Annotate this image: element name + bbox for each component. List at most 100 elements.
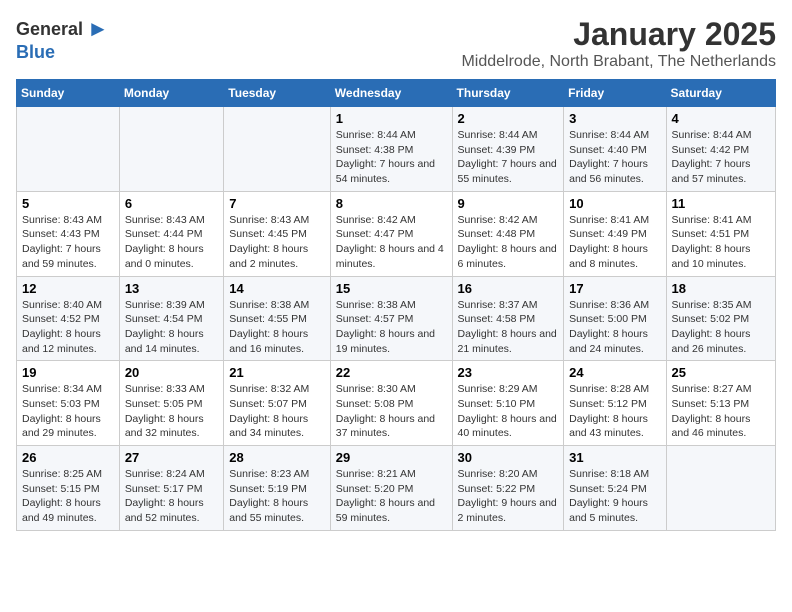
day-info: Sunrise: 8:23 AM Sunset: 5:19 PM Dayligh… (229, 467, 324, 526)
calendar-cell: 8Sunrise: 8:42 AM Sunset: 4:47 PM Daylig… (330, 191, 452, 276)
calendar-cell (17, 107, 120, 192)
day-info: Sunrise: 8:40 AM Sunset: 4:52 PM Dayligh… (22, 298, 114, 357)
calendar-cell: 7 Sunrise: 8:43 AM Sunset: 4:45 PM Daylig… (224, 191, 330, 276)
day-number: 4 (672, 111, 770, 126)
calendar-table: SundayMondayTuesdayWednesdayThursdayFrid… (16, 79, 776, 531)
day-info: Sunrise: 8:44 AM Sunset: 4:38 PM Dayligh… (336, 128, 447, 187)
day-info: Sunrise: 8:32 AM Sunset: 5:07 PM Dayligh… (229, 382, 324, 441)
day-info: Sunrise: 8:35 AM Sunset: 5:02 PM Dayligh… (672, 298, 770, 357)
calendar-cell: 18 Sunrise: 8:35 AM Sunset: 5:02 PM Dayli… (666, 276, 775, 361)
day-info: Sunrise: 8:37 AM Sunset: 4:58 PM Dayligh… (458, 298, 559, 357)
logo: General ► Blue (16, 16, 109, 63)
logo-blue-text: Blue (16, 42, 55, 63)
day-number: 6 (125, 196, 218, 211)
calendar-cell: 29 Sunrise: 8:21 AM Sunset: 5:20 PM Dayli… (330, 446, 452, 531)
calendar-cell: 14Sunrise: 8:38 AM Sunset: 4:55 PM Dayli… (224, 276, 330, 361)
day-number: 26 (22, 450, 114, 465)
day-number: 18 (672, 281, 770, 296)
calendar-cell (224, 107, 330, 192)
day-info: Sunrise: 8:43 AM Sunset: 4:44 PM Dayligh… (125, 213, 218, 272)
logo-general-text: General (16, 19, 83, 40)
weekday-header-row: SundayMondayTuesdayWednesdayThursdayFrid… (17, 80, 776, 107)
calendar-cell: 30Sunrise: 8:20 AM Sunset: 5:22 PM Dayli… (452, 446, 564, 531)
calendar-week-row: 19 Sunrise: 8:34 AM Sunset: 5:03 PM Dayli… (17, 361, 776, 446)
calendar-cell (119, 107, 223, 192)
header: General ► Blue January 2025 Middelrode, … (16, 16, 776, 71)
day-info: Sunrise: 8:21 AM Sunset: 5:20 PM Dayligh… (336, 467, 447, 526)
calendar-week-row: 12 Sunrise: 8:40 AM Sunset: 4:52 PM Dayli… (17, 276, 776, 361)
calendar-cell: 23 Sunrise: 8:29 AM Sunset: 5:10 PM Dayli… (452, 361, 564, 446)
weekday-header-saturday: Saturday (666, 80, 775, 107)
day-info: Sunrise: 8:24 AM Sunset: 5:17 PM Dayligh… (125, 467, 218, 526)
day-number: 8 (336, 196, 447, 211)
weekday-header-wednesday: Wednesday (330, 80, 452, 107)
weekday-header-thursday: Thursday (452, 80, 564, 107)
day-info: Sunrise: 8:20 AM Sunset: 5:22 PM Dayligh… (458, 467, 559, 526)
day-number: 28 (229, 450, 324, 465)
day-number: 9 (458, 196, 559, 211)
calendar-week-row: 5 Sunrise: 8:43 AM Sunset: 4:43 PM Daylig… (17, 191, 776, 276)
day-info: Sunrise: 8:18 AM Sunset: 5:24 PM Dayligh… (569, 467, 660, 526)
title-area: January 2025 Middelrode, North Brabant, … (461, 16, 776, 71)
day-info: Sunrise: 8:36 AM Sunset: 5:00 PM Dayligh… (569, 298, 660, 357)
day-number: 3 (569, 111, 660, 126)
calendar-cell: 25 Sunrise: 8:27 AM Sunset: 5:13 PM Dayli… (666, 361, 775, 446)
calendar-cell: 10Sunrise: 8:41 AM Sunset: 4:49 PM Dayli… (564, 191, 666, 276)
weekday-header-friday: Friday (564, 80, 666, 107)
calendar-cell: 28 Sunrise: 8:23 AM Sunset: 5:19 PM Dayli… (224, 446, 330, 531)
calendar-cell: 15Sunrise: 8:38 AM Sunset: 4:57 PM Dayli… (330, 276, 452, 361)
day-number: 24 (569, 365, 660, 380)
day-info: Sunrise: 8:27 AM Sunset: 5:13 PM Dayligh… (672, 382, 770, 441)
day-number: 1 (336, 111, 447, 126)
calendar-cell: 4 Sunrise: 8:44 AM Sunset: 4:42 PM Daylig… (666, 107, 775, 192)
day-number: 5 (22, 196, 114, 211)
calendar-cell: 11 Sunrise: 8:41 AM Sunset: 4:51 PM Dayli… (666, 191, 775, 276)
calendar-cell: 1 Sunrise: 8:44 AM Sunset: 4:38 PM Daylig… (330, 107, 452, 192)
calendar-week-row: 26Sunrise: 8:25 AM Sunset: 5:15 PM Dayli… (17, 446, 776, 531)
day-info: Sunrise: 8:29 AM Sunset: 5:10 PM Dayligh… (458, 382, 559, 441)
day-number: 10 (569, 196, 660, 211)
day-number: 29 (336, 450, 447, 465)
day-info: Sunrise: 8:44 AM Sunset: 4:39 PM Dayligh… (458, 128, 559, 187)
day-info: Sunrise: 8:44 AM Sunset: 4:40 PM Dayligh… (569, 128, 660, 187)
calendar-cell: 5 Sunrise: 8:43 AM Sunset: 4:43 PM Daylig… (17, 191, 120, 276)
day-number: 17 (569, 281, 660, 296)
day-number: 27 (125, 450, 218, 465)
calendar-cell: 19 Sunrise: 8:34 AM Sunset: 5:03 PM Dayli… (17, 361, 120, 446)
day-info: Sunrise: 8:34 AM Sunset: 5:03 PM Dayligh… (22, 382, 114, 441)
calendar-cell: 17 Sunrise: 8:36 AM Sunset: 5:00 PM Dayli… (564, 276, 666, 361)
day-info: Sunrise: 8:38 AM Sunset: 4:57 PM Dayligh… (336, 298, 447, 357)
calendar-cell: 22Sunrise: 8:30 AM Sunset: 5:08 PM Dayli… (330, 361, 452, 446)
calendar-week-row: 1 Sunrise: 8:44 AM Sunset: 4:38 PM Daylig… (17, 107, 776, 192)
day-info: Sunrise: 8:41 AM Sunset: 4:51 PM Dayligh… (672, 213, 770, 272)
day-number: 11 (672, 196, 770, 211)
logo-bird-icon: ► (87, 16, 109, 42)
weekday-header-tuesday: Tuesday (224, 80, 330, 107)
calendar-cell: 6 Sunrise: 8:43 AM Sunset: 4:44 PM Daylig… (119, 191, 223, 276)
day-info: Sunrise: 8:44 AM Sunset: 4:42 PM Dayligh… (672, 128, 770, 187)
calendar-cell: 3 Sunrise: 8:44 AM Sunset: 4:40 PM Daylig… (564, 107, 666, 192)
day-number: 7 (229, 196, 324, 211)
calendar-cell: 16Sunrise: 8:37 AM Sunset: 4:58 PM Dayli… (452, 276, 564, 361)
day-number: 12 (22, 281, 114, 296)
day-info: Sunrise: 8:28 AM Sunset: 5:12 PM Dayligh… (569, 382, 660, 441)
calendar-cell: 26Sunrise: 8:25 AM Sunset: 5:15 PM Dayli… (17, 446, 120, 531)
day-info: Sunrise: 8:33 AM Sunset: 5:05 PM Dayligh… (125, 382, 218, 441)
day-number: 23 (458, 365, 559, 380)
calendar-cell: 31 Sunrise: 8:18 AM Sunset: 5:24 PM Dayli… (564, 446, 666, 531)
day-number: 14 (229, 281, 324, 296)
day-info: Sunrise: 8:43 AM Sunset: 4:43 PM Dayligh… (22, 213, 114, 272)
day-info: Sunrise: 8:43 AM Sunset: 4:45 PM Dayligh… (229, 213, 324, 272)
weekday-header-sunday: Sunday (17, 80, 120, 107)
calendar-cell: 27 Sunrise: 8:24 AM Sunset: 5:17 PM Dayli… (119, 446, 223, 531)
day-number: 2 (458, 111, 559, 126)
day-number: 25 (672, 365, 770, 380)
calendar-cell: 24 Sunrise: 8:28 AM Sunset: 5:12 PM Dayli… (564, 361, 666, 446)
day-number: 20 (125, 365, 218, 380)
calendar-cell: 13Sunrise: 8:39 AM Sunset: 4:54 PM Dayli… (119, 276, 223, 361)
day-number: 19 (22, 365, 114, 380)
day-info: Sunrise: 8:42 AM Sunset: 4:48 PM Dayligh… (458, 213, 559, 272)
day-number: 31 (569, 450, 660, 465)
day-number: 21 (229, 365, 324, 380)
weekday-header-monday: Monday (119, 80, 223, 107)
